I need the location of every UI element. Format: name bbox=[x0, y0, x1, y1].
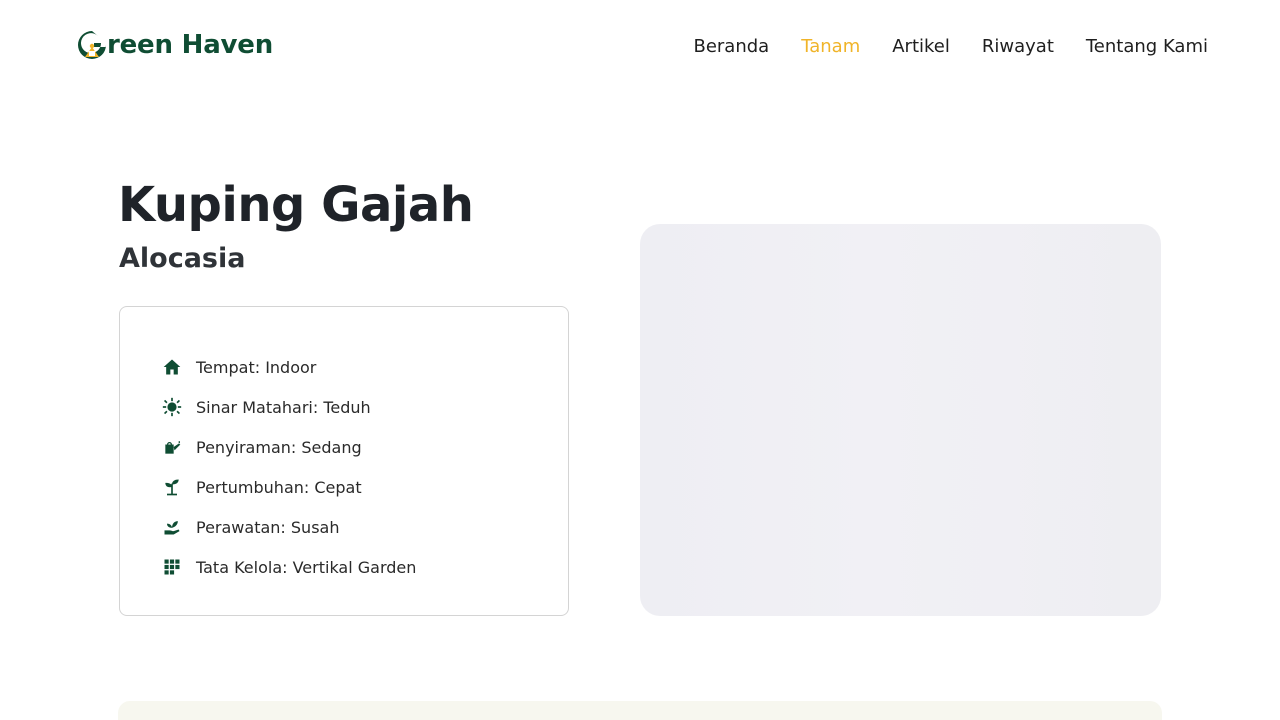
info-text-sinar-matahari: Sinar Matahari: Teduh bbox=[196, 397, 371, 417]
brand-name: reen Haven bbox=[107, 30, 274, 60]
info-text-tempat: Tempat: Indoor bbox=[196, 357, 317, 377]
info-item-tempat: Tempat: Indoor bbox=[160, 347, 416, 387]
plant-info-list: Tempat: Indoor Sinar Matahari: Teduh Pen… bbox=[160, 347, 416, 587]
grid-icon bbox=[160, 555, 184, 579]
content-section bbox=[118, 701, 1162, 720]
info-text-perawatan: Perawatan: Susah bbox=[196, 517, 340, 537]
info-item-penyiraman: Penyiraman: Sedang bbox=[160, 427, 416, 467]
nav-riwayat[interactable]: Riwayat bbox=[982, 34, 1054, 60]
nav-tanam[interactable]: Tanam bbox=[801, 34, 860, 60]
watering-can-icon bbox=[160, 435, 184, 459]
plant-image-placeholder bbox=[640, 224, 1161, 616]
info-item-perawatan: Perawatan: Susah bbox=[160, 507, 416, 547]
info-text-penyiraman: Penyiraman: Sedang bbox=[196, 437, 362, 457]
info-text-pertumbuhan: Pertumbuhan: Cepat bbox=[196, 477, 362, 497]
info-item-tata-kelola: Tata Kelola: Vertikal Garden bbox=[160, 547, 416, 587]
plant-info-card: Tempat: Indoor Sinar Matahari: Teduh Pen… bbox=[119, 306, 569, 616]
site-header: reen Haven Beranda Tanam Artikel Riwayat… bbox=[0, 0, 1280, 94]
house-icon bbox=[160, 355, 184, 379]
leaf-g-logo-icon bbox=[75, 27, 109, 63]
plant-subtitle: Alocasia bbox=[119, 243, 246, 274]
nav-beranda[interactable]: Beranda bbox=[693, 34, 769, 60]
info-text-tata-kelola: Tata Kelola: Vertikal Garden bbox=[196, 557, 417, 577]
brand-logo[interactable]: reen Haven bbox=[75, 27, 273, 63]
nav-artikel[interactable]: Artikel bbox=[892, 34, 950, 60]
hand-plant-icon bbox=[160, 515, 184, 539]
sun-icon bbox=[160, 395, 184, 419]
info-item-pertumbuhan: Pertumbuhan: Cepat bbox=[160, 467, 416, 507]
info-item-sinar-matahari: Sinar Matahari: Teduh bbox=[160, 387, 416, 427]
plant-title: Kuping Gajah bbox=[118, 177, 474, 233]
page: reen Haven Beranda Tanam Artikel Riwayat… bbox=[0, 0, 1280, 720]
seedling-icon bbox=[160, 475, 184, 499]
main-nav: Beranda Tanam Artikel Riwayat Tentang Ka… bbox=[693, 34, 1208, 60]
nav-tentang-kami[interactable]: Tentang Kami bbox=[1086, 34, 1208, 60]
